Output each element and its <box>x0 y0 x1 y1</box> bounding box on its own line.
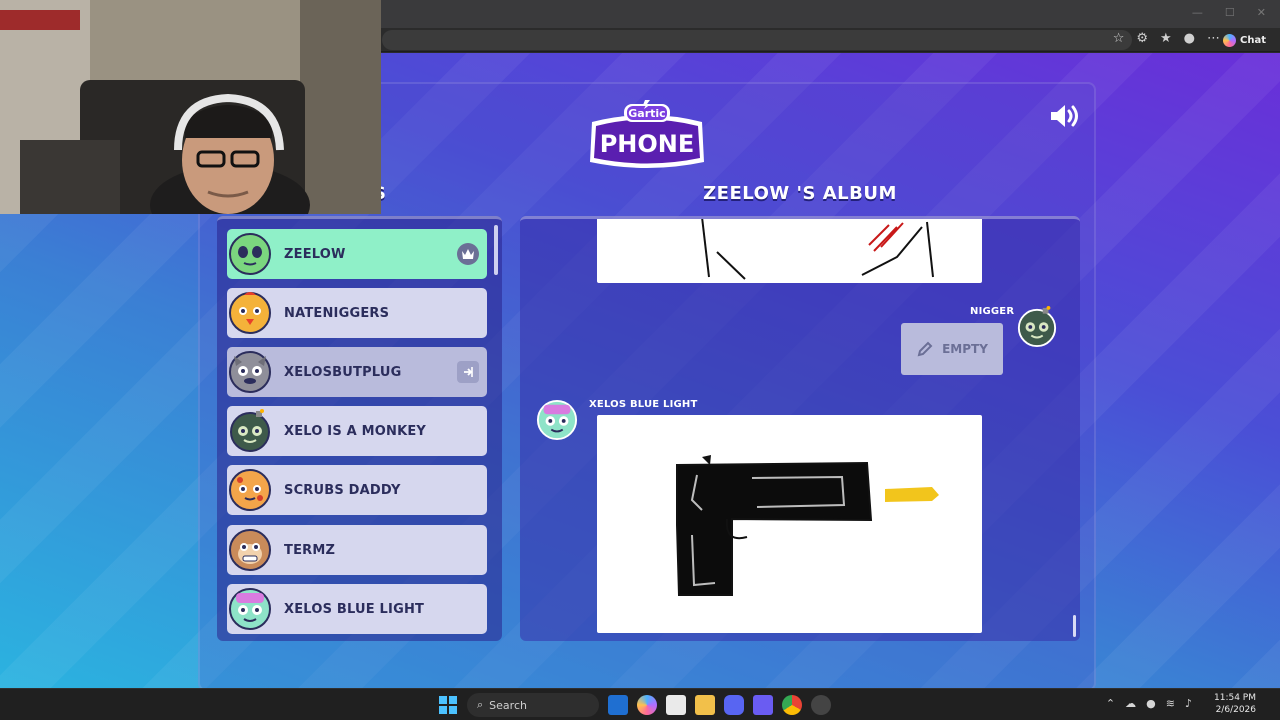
rooster-avatar-icon <box>229 292 271 334</box>
webcam-overlay <box>0 0 381 214</box>
address-bar[interactable] <box>382 30 1132 50</box>
pencil-icon <box>917 341 933 357</box>
drawing-card-gun <box>597 415 982 633</box>
player-row-termz[interactable]: TERMZ <box>227 525 487 575</box>
player-name: ZEELOW <box>284 246 346 262</box>
bomb-avatar-icon <box>230 409 270 452</box>
favorites-icon[interactable]: ★ <box>1160 31 1172 46</box>
pizza-avatar-icon <box>229 469 271 511</box>
windows-start-icon[interactable] <box>438 695 458 715</box>
player-row-scrubs-daddy[interactable]: SCRUBS DADDY <box>227 465 487 515</box>
stick-drawing <box>701 219 934 280</box>
player-row-xelosbutplug[interactable]: XELOSBUTPLUG <box>227 347 487 397</box>
wifi-icon[interactable]: ≋ <box>1166 697 1175 710</box>
player-name: SCRUBS DADDY <box>284 482 401 498</box>
monkey-avatar-icon <box>229 529 271 571</box>
empty-label: EMPTY <box>942 342 988 356</box>
toolbar-icons: ☆ ⚙ ★ ● ⋯ <box>1113 31 1220 46</box>
microphone-icon[interactable]: ● <box>1146 697 1156 710</box>
album-scrollbar[interactable] <box>1073 615 1076 637</box>
calculator-icon[interactable] <box>753 695 773 715</box>
file-explorer-icon[interactable] <box>695 695 715 715</box>
taskbar-apps: ⌕ Search <box>438 693 831 717</box>
window-controls: — ☐ ✕ <box>1192 6 1266 19</box>
taskbar-clock[interactable]: 11:54 PM 2/6/2026 <box>1214 692 1256 716</box>
favorite-star-icon[interactable]: ☆ <box>1113 31 1125 46</box>
extensions-icon[interactable]: ⚙ <box>1136 31 1148 46</box>
player-name: XELOS BLUE LIGHT <box>284 601 425 617</box>
robot-avatar-icon <box>536 399 578 441</box>
search-placeholder: Search <box>489 698 527 712</box>
chat-label: Chat <box>1240 34 1266 46</box>
player-name: XELOSBUTPLUG <box>284 364 402 380</box>
minimize-icon[interactable]: — <box>1192 6 1203 19</box>
discord-icon[interactable] <box>724 695 744 715</box>
logo-text-top: Gartic <box>628 107 665 120</box>
cloud-icon[interactable]: ☁ <box>1125 697 1136 710</box>
players-scrollbar[interactable] <box>494 225 498 275</box>
exit-icon <box>457 361 479 383</box>
store-icon[interactable] <box>666 695 686 715</box>
player-row-nateniggers[interactable]: NATENIGGERS <box>227 288 487 338</box>
players-list: ZEELOW NATENIGGERS XELOSBUTPLUG XELO IS … <box>217 216 502 641</box>
album-title: ZEELOW 'S ALBUM <box>703 183 897 204</box>
chevron-up-icon[interactable]: ⌃ <box>1106 697 1115 710</box>
drawing-card-previous <box>597 219 982 283</box>
settings-app-icon[interactable] <box>811 695 831 715</box>
maximize-icon[interactable]: ☐ <box>1225 6 1235 19</box>
alien-avatar-icon <box>229 233 271 275</box>
webcam-feed-image <box>0 0 381 214</box>
gartic-phone-logo: Gartic PHONE <box>590 100 704 168</box>
copilot-chat-button[interactable]: Chat <box>1217 31 1272 49</box>
close-icon[interactable]: ✕ <box>1257 6 1266 19</box>
profile-icon[interactable]: ● <box>1184 31 1195 46</box>
album-panel: NIGGER EMPTY XELOS BLUE LIGHT <box>520 216 1080 641</box>
bomb-avatar-icon <box>1017 306 1057 348</box>
player-row-zeelow[interactable]: ZEELOW <box>227 229 487 279</box>
player-row-xelo-is-a-monkey[interactable]: XELO IS A MONKEY <box>227 406 487 456</box>
crown-icon <box>457 243 479 265</box>
edge-browser-icon[interactable] <box>608 695 628 715</box>
drawing-author: XELOS BLUE LIGHT <box>589 399 698 410</box>
wolf-avatar-icon <box>229 351 271 393</box>
gun-drawing <box>676 455 939 596</box>
logo-text-bottom: PHONE <box>600 130 695 158</box>
taskbar-search[interactable]: ⌕ Search <box>467 693 599 717</box>
clock-date: 2/6/2026 <box>1215 705 1256 715</box>
player-row-xelos-blue-light[interactable]: XELOS BLUE LIGHT <box>227 584 487 634</box>
chrome-icon[interactable] <box>782 695 802 715</box>
player-name: NATENIGGERS <box>284 305 390 321</box>
windows-taskbar: ⌕ Search ⌃ ☁ ● ≋ ♪ 11:54 PM 2/6/2026 <box>0 688 1280 720</box>
sound-icon[interactable] <box>1048 102 1082 130</box>
copilot-app-icon[interactable] <box>637 695 657 715</box>
robot-avatar-icon <box>229 588 271 630</box>
search-icon: ⌕ <box>477 698 484 711</box>
copilot-icon <box>1223 33 1236 47</box>
player-name: XELO IS A MONKEY <box>284 423 427 439</box>
reply-author: NIGGER <box>970 306 1015 317</box>
player-name: TERMZ <box>284 542 336 558</box>
empty-reply-bubble: EMPTY <box>901 323 1003 375</box>
clock-time: 11:54 PM <box>1214 693 1256 703</box>
system-tray: ⌃ ☁ ● ≋ ♪ <box>1106 697 1192 710</box>
volume-icon[interactable]: ♪ <box>1185 697 1192 710</box>
